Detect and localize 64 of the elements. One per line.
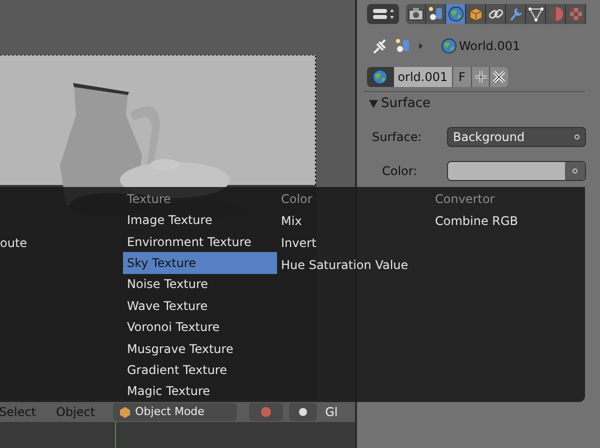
editor-type-icon xyxy=(372,7,394,21)
world-browse-button[interactable] xyxy=(367,67,394,87)
editor-type-button[interactable] xyxy=(367,4,399,24)
mode-dropdown[interactable]: Object Mode xyxy=(113,403,238,421)
dot-icon xyxy=(297,406,310,418)
menu-item[interactable]: Image Texture xyxy=(123,209,277,231)
axis-line xyxy=(115,422,116,448)
globe-icon xyxy=(441,38,457,54)
panel-title: Surface xyxy=(381,95,431,114)
menu-item[interactable]: Sky Texture xyxy=(123,252,277,274)
menu-item[interactable]: Voronoi Texture xyxy=(123,316,277,338)
cube-icon xyxy=(468,6,484,22)
shapes-tab[interactable] xyxy=(426,4,446,24)
sphere-icon xyxy=(548,6,564,22)
globe-icon xyxy=(448,6,464,22)
close-button[interactable] xyxy=(490,67,508,87)
wrench-tab[interactable] xyxy=(506,4,526,24)
checker-icon xyxy=(568,6,584,22)
sphere-icon xyxy=(260,406,272,418)
menu-item[interactable]: Magic Texture xyxy=(123,380,277,402)
menu-item[interactable]: Environment Texture xyxy=(123,230,277,252)
socket-icon xyxy=(574,134,580,140)
socket-button[interactable] xyxy=(565,162,585,180)
field-label: Color: xyxy=(381,163,418,180)
pin-icon xyxy=(372,38,387,54)
menu-heading: Texture xyxy=(127,190,171,208)
shapes-icon xyxy=(428,6,444,22)
socket-icon xyxy=(572,168,578,174)
menu-item[interactable]: Wave Texture xyxy=(123,295,277,316)
menu-item[interactable]: Gradient Texture xyxy=(123,359,277,381)
world-name-field[interactable]: orld.001 xyxy=(394,67,453,87)
plus-icon xyxy=(474,70,488,84)
wrench-icon xyxy=(508,6,524,22)
vertices-icon xyxy=(528,6,544,22)
globe-icon xyxy=(372,69,388,85)
menu-item[interactable]: Mix xyxy=(277,210,431,232)
surface-dropdown[interactable]: Background xyxy=(447,127,586,147)
cube-icon xyxy=(119,406,132,418)
disclosure-triangle-icon[interactable] xyxy=(369,100,378,108)
menu-item[interactable]: Invert xyxy=(277,232,431,254)
add-button[interactable] xyxy=(472,67,490,87)
shapes-icon xyxy=(395,38,411,54)
menu-item[interactable]: Combine RGB xyxy=(431,210,585,232)
transform-label[interactable]: Gl xyxy=(325,403,338,421)
chevron-icon xyxy=(419,43,423,49)
cube-tab[interactable] xyxy=(466,4,486,24)
pivot-dropdown[interactable] xyxy=(289,403,318,421)
menu-heading: Convertor xyxy=(435,191,495,208)
color-field[interactable] xyxy=(447,161,586,181)
globe-tab[interactable] xyxy=(446,4,466,24)
chain-tab[interactable] xyxy=(486,4,506,24)
world-name: World.001 xyxy=(459,38,520,55)
camera-tab[interactable] xyxy=(406,4,426,24)
menu-item[interactable]: Noise Texture xyxy=(123,274,277,296)
menu-item[interactable]: Hue Saturation Value xyxy=(277,254,431,276)
checker-tab[interactable] xyxy=(566,4,586,24)
vertices-tab[interactable] xyxy=(526,4,546,24)
menu-item[interactable]: Musgrave Texture xyxy=(123,338,277,360)
close-icon xyxy=(492,70,506,84)
camera-icon xyxy=(408,6,424,22)
fake-user-button[interactable]: F xyxy=(452,67,472,87)
field-label: Surface: xyxy=(371,129,423,146)
menu-heading: Color xyxy=(281,191,312,208)
menu-item[interactable]: oute xyxy=(0,232,123,254)
